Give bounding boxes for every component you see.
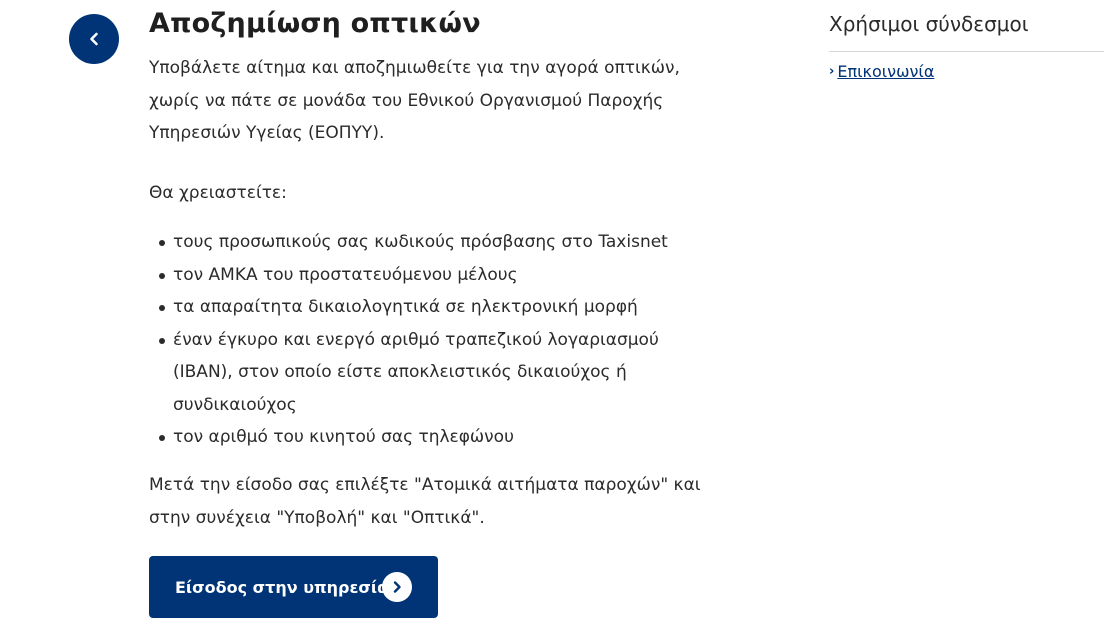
sidebar-item-contact: › Επικοινωνία (829, 62, 934, 81)
list-item: τον ΑΜΚΑ του προστατευόμενου μέλους (149, 259, 694, 292)
back-button[interactable] (69, 14, 119, 64)
bullet-icon (159, 337, 165, 344)
intro-text: Υποβάλετε αίτημα και αποζημιωθείτε για τ… (149, 58, 680, 143)
requirements-label: Θα χρειαστείτε: (149, 183, 287, 203)
bullet-icon (159, 240, 165, 246)
list-item-text: τα απαραίτητα δικαιολογητικά σε ηλεκτρον… (173, 297, 638, 317)
list-item: τους προσωπικούς σας κωδικούς πρόσβασης … (149, 226, 694, 259)
list-item-text: τον αριθμό του κινητού σας τηλεφώνου (173, 427, 514, 447)
contact-link[interactable]: Επικοινωνία (837, 62, 934, 81)
requirements-list: τους προσωπικούς σας κωδικούς πρόσβασης … (149, 226, 694, 454)
bullet-icon (159, 305, 165, 311)
sidebar-title: Χρήσιμοι σύνδεσμοι (829, 12, 1029, 36)
chevron-left-icon (90, 32, 98, 46)
list-item-text: τους προσωπικούς σας κωδικούς πρόσβασης … (173, 232, 668, 252)
list-item: τον αριθμό του κινητού σας τηλεφώνου (149, 421, 694, 454)
sidebar-divider (829, 51, 1104, 52)
enter-service-label: Είσοδος στην υπηρεσία (175, 577, 389, 597)
enter-service-button[interactable]: Είσοδος στην υπηρεσία (149, 556, 438, 618)
page-title: Αποζημίωση οπτικών (149, 8, 481, 39)
instructions-text: Μετά την είσοδο σας επιλέξτε "Ατομικά αι… (149, 475, 701, 528)
chevron-right-icon (382, 572, 412, 602)
list-item: τα απαραίτητα δικαιολογητικά σε ηλεκτρον… (149, 291, 694, 324)
chevron-right-icon: › (829, 64, 835, 79)
list-item-text: έναν έγκυρο και ενεργό αριθμό τραπεζικού… (173, 329, 659, 415)
list-item-text: τον ΑΜΚΑ του προστατευόμενου μέλους (173, 264, 518, 285)
bullet-icon (159, 272, 165, 279)
bullet-icon (159, 435, 165, 441)
list-item: έναν έγκυρο και ενεργό αριθμό τραπεζικού… (149, 324, 694, 422)
